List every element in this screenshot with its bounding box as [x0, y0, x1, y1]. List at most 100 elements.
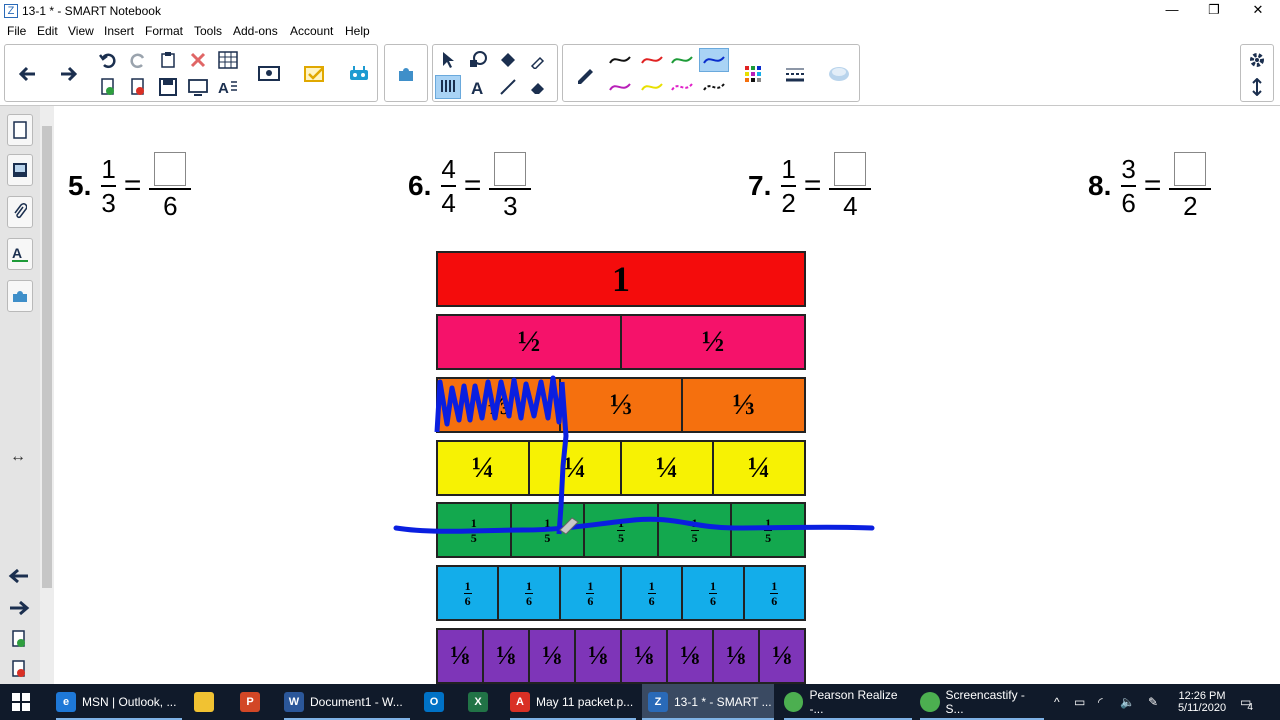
add-page-icon[interactable] [95, 75, 121, 99]
sidebar-scrollbar[interactable] [40, 106, 54, 684]
pens-icon[interactable] [435, 75, 461, 99]
taskbar-item-word[interactable]: W Document1 - W... [284, 684, 410, 720]
pen-black-icon[interactable] [607, 48, 633, 72]
taskbar-item-powerpoint[interactable]: P [240, 684, 268, 720]
taskbar-item-smart-notebook[interactable]: Z 13-1 * - SMART ... [642, 684, 774, 720]
taskbar-item-excel[interactable]: X [468, 684, 496, 720]
undo-icon[interactable] [95, 48, 121, 72]
close-button[interactable]: ✕ [1236, 0, 1280, 22]
menu-format[interactable]: Format [145, 24, 183, 38]
sidebar-delete-page-icon[interactable] [11, 660, 27, 681]
show-hidden-icons[interactable]: ^ [1054, 684, 1060, 720]
previous-page-icon[interactable] [9, 50, 45, 98]
sidebar-next-page-icon[interactable] [8, 600, 30, 619]
taskbar-item-screencastify[interactable]: Screencastify - S... [920, 684, 1044, 720]
taskbar-item-pdf[interactable]: A May 11 packet.p... [510, 684, 636, 720]
save-icon[interactable] [155, 75, 181, 99]
notifications-icon[interactable]: ▭ 4 [1240, 684, 1264, 720]
puzzle-piece-icon[interactable] [389, 50, 425, 98]
fraction-cell: ¼ [438, 442, 530, 494]
redo-icon[interactable] [125, 48, 151, 72]
minimize-button[interactable]: — [1150, 0, 1194, 22]
given-fraction: 4 4 [441, 155, 456, 217]
fraction-bar-thirds[interactable]: ⅓ ⅓ ⅓ [436, 377, 806, 433]
response-icon[interactable] [297, 50, 333, 98]
delete-icon[interactable] [185, 48, 211, 72]
pen-pink-dashed-icon[interactable] [669, 75, 695, 99]
answer-box[interactable] [834, 152, 867, 186]
wifi-icon[interactable]: ◜ [1098, 684, 1103, 720]
toolbar-position-icon[interactable] [1244, 75, 1270, 99]
pen-green-icon[interactable] [669, 48, 695, 72]
menu-view[interactable]: View [68, 24, 94, 38]
fraction-bar-halves[interactable]: ½ ½ [436, 314, 806, 370]
pen-type-icon[interactable] [567, 50, 603, 98]
table-icon[interactable] [215, 48, 241, 72]
color-palette-icon[interactable] [735, 50, 771, 98]
answer-box[interactable] [494, 152, 527, 186]
menu-help[interactable]: Help [345, 24, 370, 38]
pen-black-dashed-icon[interactable] [699, 75, 729, 99]
add-ons-icon[interactable] [7, 280, 33, 312]
answer-box[interactable] [1174, 152, 1207, 186]
toolbar: A A [0, 40, 1280, 106]
shapes-icon[interactable] [465, 48, 491, 72]
fill-icon[interactable] [495, 48, 521, 72]
notebook-canvas[interactable]: 5. 1 3 = 6 6. 4 4 = 3 7. 1 2 = 4 8. 3 6 … [54, 106, 1280, 684]
delete-page-icon[interactable] [125, 75, 151, 99]
fraction-bar-fifths[interactable]: 15 15 15 15 15 [436, 502, 806, 558]
fraction-bar-fourths[interactable]: ¼ ¼ ¼ ¼ [436, 440, 806, 496]
problem-5: 5. 1 3 = 6 [68, 146, 195, 226]
taskbar-item-file-explorer[interactable] [194, 684, 222, 720]
sidebar-previous-page-icon[interactable] [8, 568, 30, 587]
document-camera-icon[interactable] [251, 50, 287, 98]
clock[interactable]: 12:26 PM 5/11/2020 [1172, 684, 1232, 720]
eraser-icon[interactable] [525, 75, 551, 99]
gear-icon[interactable] [1244, 48, 1270, 72]
start-button[interactable] [12, 684, 30, 720]
paste-icon[interactable] [155, 48, 181, 72]
toolbar-group-pens [562, 44, 860, 102]
pen-input-icon[interactable]: ✎ [1148, 684, 1158, 720]
pen-yellow-icon[interactable] [639, 75, 665, 99]
next-page-icon[interactable] [51, 50, 87, 98]
fraction-bar-wholes[interactable]: 1 [436, 251, 806, 307]
volume-icon[interactable]: 🔈 [1120, 684, 1135, 720]
taskbar-item-outlook[interactable]: O [424, 684, 452, 720]
answer-fraction: 4 [829, 152, 872, 220]
menu-insert[interactable]: Insert [104, 24, 134, 38]
page-sorter-icon[interactable] [7, 114, 33, 146]
resize-sidebar-icon[interactable]: ↔ [10, 448, 26, 466]
pen-blue-icon[interactable] [699, 48, 729, 72]
lines-icon[interactable] [495, 75, 521, 99]
menu-file[interactable]: File [7, 24, 26, 38]
menu-account[interactable]: Account [290, 24, 333, 38]
taskbar-item-pearson[interactable]: Pearson Realize -... [784, 684, 912, 720]
menu-add-ons[interactable]: Add-ons [233, 24, 278, 38]
battery-icon[interactable]: ▭ [1074, 684, 1085, 720]
answer-box[interactable] [154, 152, 187, 186]
menu-edit[interactable]: Edit [37, 24, 58, 38]
scrollbar-thumb[interactable] [42, 126, 52, 588]
pen-magenta-icon[interactable] [607, 75, 633, 99]
fraction-bar-sixths[interactable]: 16 16 16 16 16 16 [436, 565, 806, 621]
magic-pen-icon[interactable] [525, 48, 551, 72]
line-style-icon[interactable] [777, 50, 813, 98]
activity-builder-icon[interactable] [341, 50, 377, 98]
gallery-icon[interactable] [7, 154, 33, 186]
screen-shade-icon[interactable] [185, 75, 211, 99]
transparency-icon[interactable] [821, 50, 857, 98]
text-icon[interactable]: A [465, 75, 491, 99]
properties-icon[interactable]: A [7, 238, 33, 270]
attachments-icon[interactable] [7, 196, 33, 228]
fraction-bar-eighths[interactable]: ⅛ ⅛ ⅛ ⅛ ⅛ ⅛ ⅛ ⅛ [436, 628, 806, 684]
restore-button[interactable]: ❐ [1192, 0, 1236, 22]
select-icon[interactable] [435, 48, 461, 72]
fraction-cell: 15 [512, 504, 586, 556]
text-format-icon[interactable]: A [215, 75, 241, 99]
sidebar-add-page-icon[interactable] [11, 630, 27, 651]
taskbar-item-msn[interactable]: e MSN | Outlook, ... [56, 684, 182, 720]
pen-red-icon[interactable] [639, 48, 665, 72]
fraction-cell: 16 [499, 567, 561, 619]
menu-tools[interactable]: Tools [194, 24, 222, 38]
